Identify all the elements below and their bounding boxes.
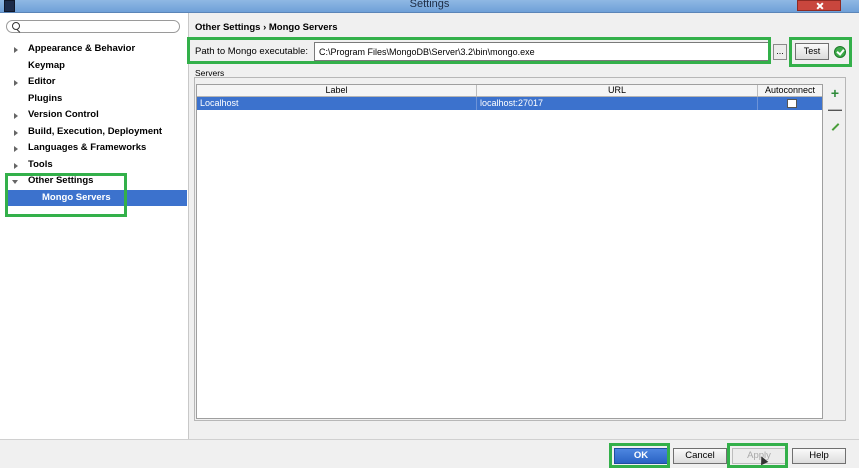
servers-table: Label URL Autoconnect Localhost localhos… <box>196 84 823 419</box>
close-button[interactable] <box>797 0 841 11</box>
path-label: Path to Mongo executable: <box>195 46 309 57</box>
expand-arrow-icon[interactable] <box>14 47 18 53</box>
tree-item-languages-frameworks[interactable]: Languages & Frameworks <box>0 140 188 157</box>
row-label-cell[interactable]: Localhost <box>197 97 477 110</box>
title-bar: Settings <box>0 0 859 13</box>
mongo-path-input[interactable] <box>314 42 769 61</box>
row-url-cell[interactable]: localhost:27017 <box>477 97 758 110</box>
test-button[interactable]: Test <box>795 43 829 60</box>
tree-item-mongo-servers[interactable]: Mongo Servers <box>5 189 187 206</box>
row-autoconnect-cell <box>758 97 822 110</box>
remove-icon[interactable]: — <box>828 102 842 116</box>
tree-item-tools[interactable]: Tools <box>0 157 188 174</box>
tree-item-build-execution-deployment[interactable]: Build, Execution, Deployment <box>0 124 188 141</box>
table-header: Label URL Autoconnect <box>197 85 822 97</box>
check-circle-icon <box>834 46 846 58</box>
settings-sidebar: Appearance & Behavior Keymap Editor Plug… <box>0 13 189 439</box>
cancel-button[interactable]: Cancel <box>673 448 727 464</box>
tree-item-appearance-behavior[interactable]: Appearance & Behavior <box>0 41 188 58</box>
window-title: Settings <box>409 0 450 10</box>
search-input[interactable] <box>23 21 173 32</box>
tree-item-other-settings[interactable]: Other Settings <box>0 173 188 190</box>
autoconnect-checkbox[interactable] <box>787 99 797 108</box>
help-button[interactable]: Help <box>792 448 846 464</box>
add-icon[interactable]: + <box>828 86 842 100</box>
tree-item-keymap[interactable]: Keymap <box>0 58 188 75</box>
expand-arrow-icon[interactable] <box>14 80 18 86</box>
ok-button[interactable]: OK <box>614 448 668 464</box>
search-icon <box>12 22 20 30</box>
expand-arrow-icon[interactable] <box>14 162 18 169</box>
column-header-autoconnect[interactable]: Autoconnect <box>758 85 822 96</box>
browse-button[interactable]: ... <box>773 44 787 60</box>
footer-divider <box>0 439 859 440</box>
settings-search[interactable] <box>6 20 180 33</box>
table-row[interactable]: Localhost localhost:27017 <box>197 97 822 110</box>
edit-pencil-icon[interactable] <box>828 120 842 134</box>
column-header-url[interactable]: URL <box>477 85 758 96</box>
collapse-arrow-icon[interactable] <box>12 180 18 184</box>
expand-arrow-icon[interactable] <box>14 146 18 152</box>
tree-item-plugins[interactable]: Plugins <box>0 91 188 108</box>
expand-arrow-icon[interactable] <box>14 129 18 136</box>
column-header-label[interactable]: Label <box>197 85 477 96</box>
breadcrumb: Other Settings › Mongo Servers <box>195 22 338 33</box>
tree-item-editor[interactable]: Editor <box>0 74 188 91</box>
tree-item-version-control[interactable]: Version Control <box>0 107 188 124</box>
settings-tree: Appearance & Behavior Keymap Editor Plug… <box>0 41 188 206</box>
expand-arrow-icon[interactable] <box>14 113 18 119</box>
